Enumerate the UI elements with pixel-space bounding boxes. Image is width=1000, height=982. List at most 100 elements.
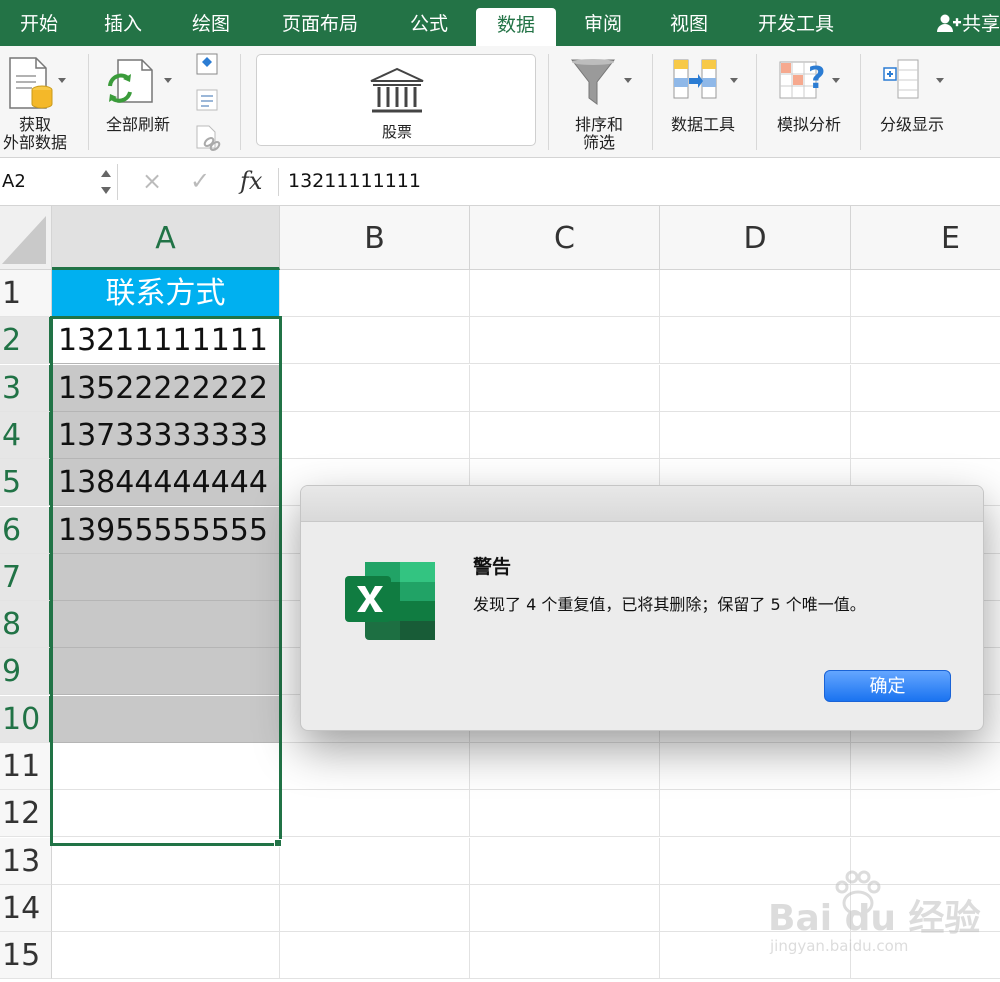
stocks-button[interactable]: 股票: [256, 54, 536, 146]
share-button[interactable]: 共享: [928, 6, 1000, 42]
row-header-4[interactable]: 4: [0, 412, 52, 459]
row-header-12[interactable]: 12: [0, 790, 52, 837]
cell-d3[interactable]: [660, 365, 851, 412]
row-header-2[interactable]: 2: [0, 317, 52, 364]
sort-filter-button[interactable]: 排序和 筛选: [556, 46, 642, 158]
row-header-3[interactable]: 3: [0, 365, 52, 412]
refresh-all-button[interactable]: 全部刷新: [92, 46, 184, 158]
cell-a9[interactable]: [52, 648, 280, 695]
cell-e11[interactable]: [851, 743, 1000, 790]
column-header-c[interactable]: C: [470, 206, 660, 270]
tab-view[interactable]: 视图: [656, 6, 722, 42]
formula-input[interactable]: 13211111111: [288, 166, 421, 196]
cell-b4[interactable]: [280, 412, 470, 459]
cell-c1[interactable]: [470, 270, 660, 317]
chevron-down-icon: [936, 78, 944, 83]
properties-icon[interactable]: [195, 88, 219, 112]
fill-handle[interactable]: [274, 839, 282, 847]
cell-b11[interactable]: [280, 743, 470, 790]
cell-b14[interactable]: [280, 885, 470, 932]
cell-b1[interactable]: [280, 270, 470, 317]
cell-c4[interactable]: [470, 412, 660, 459]
row-header-9[interactable]: 9: [0, 648, 52, 695]
cell-a14[interactable]: [52, 885, 280, 932]
insert-function-icon[interactable]: fx: [240, 166, 262, 196]
cell-a4[interactable]: 13733333333: [52, 412, 280, 459]
name-box-value: A2: [2, 171, 26, 192]
row-header-10[interactable]: 10: [0, 696, 52, 743]
cell-a2[interactable]: 13211111111: [52, 317, 280, 364]
data-tools-button[interactable]: 数据工具: [656, 46, 750, 158]
ok-button[interactable]: 确定: [824, 670, 951, 702]
tab-formulas[interactable]: 公式: [396, 6, 462, 42]
tab-data[interactable]: 数据: [476, 8, 556, 46]
cell-d11[interactable]: [660, 743, 851, 790]
cell-c11[interactable]: [470, 743, 660, 790]
ribbon-divider: [548, 54, 549, 150]
cell-a3[interactable]: 13522222222: [52, 365, 280, 412]
name-box-stepper-icon[interactable]: [100, 166, 112, 198]
cell-a11[interactable]: [52, 743, 280, 790]
tab-review[interactable]: 审阅: [570, 6, 636, 42]
tab-page-layout[interactable]: 页面布局: [268, 6, 372, 42]
cell-a7[interactable]: [52, 554, 280, 601]
column-header-a[interactable]: A: [52, 206, 280, 270]
row-header-15[interactable]: 15: [0, 932, 52, 979]
cell-a10[interactable]: [52, 696, 280, 743]
cell-e12[interactable]: [851, 790, 1000, 837]
cell-d12[interactable]: [660, 790, 851, 837]
cell-e4[interactable]: [851, 412, 1000, 459]
cell-b12[interactable]: [280, 790, 470, 837]
row-header-1[interactable]: 1: [0, 270, 52, 317]
cell-a15[interactable]: [52, 932, 280, 979]
select-all-corner[interactable]: [0, 206, 52, 270]
tab-draw[interactable]: 绘图: [180, 6, 242, 42]
edit-links-icon[interactable]: [195, 124, 221, 152]
cancel-formula-icon[interactable]: ×: [142, 166, 162, 196]
cell-a1[interactable]: 联系方式: [52, 270, 280, 317]
cell-b3[interactable]: [280, 365, 470, 412]
outline-button[interactable]: 分级显示: [866, 46, 962, 158]
cell-e3[interactable]: [851, 365, 1000, 412]
cell-a8[interactable]: [52, 601, 280, 648]
row-header-13[interactable]: 13: [0, 838, 52, 885]
cell-a13[interactable]: [52, 838, 280, 885]
connections-icon[interactable]: [195, 52, 219, 76]
row-header-11[interactable]: 11: [0, 743, 52, 790]
row-header-8[interactable]: 8: [0, 601, 52, 648]
column-header-e[interactable]: E: [851, 206, 1000, 270]
tab-insert[interactable]: 插入: [92, 6, 154, 42]
cell-c12[interactable]: [470, 790, 660, 837]
column-header-d[interactable]: D: [660, 206, 851, 270]
cell-d4[interactable]: [660, 412, 851, 459]
row-header-6[interactable]: 6: [0, 507, 52, 554]
enter-formula-icon[interactable]: ✓: [190, 166, 210, 196]
what-if-analysis-button[interactable]: ? 模拟分析: [762, 46, 856, 158]
row-header-14[interactable]: 14: [0, 885, 52, 932]
what-if-icon: ?: [779, 61, 825, 99]
cell-c13[interactable]: [470, 838, 660, 885]
cell-c2[interactable]: [470, 317, 660, 364]
cell-a6[interactable]: 13955555555: [52, 507, 280, 554]
row-header-7[interactable]: 7: [0, 554, 52, 601]
chevron-down-icon: [58, 78, 66, 83]
cell-d2[interactable]: [660, 317, 851, 364]
get-external-data-button[interactable]: 获取 外部数据: [0, 46, 86, 158]
cell-a12[interactable]: [52, 790, 280, 837]
cell-a5[interactable]: 13844444444: [52, 459, 280, 506]
cell-b2[interactable]: [280, 317, 470, 364]
cell-b13[interactable]: [280, 838, 470, 885]
column-header-b[interactable]: B: [280, 206, 470, 270]
row-header-5[interactable]: 5: [0, 459, 52, 506]
watermark-text: Bai du 经验: [768, 898, 981, 939]
cell-e2[interactable]: [851, 317, 1000, 364]
cell-e1[interactable]: [851, 270, 1000, 317]
cell-b15[interactable]: [280, 932, 470, 979]
cell-d1[interactable]: [660, 270, 851, 317]
cell-c15[interactable]: [470, 932, 660, 979]
tab-home[interactable]: 开始: [8, 6, 70, 42]
cell-c14[interactable]: [470, 885, 660, 932]
tab-developer[interactable]: 开发工具: [744, 6, 848, 42]
dialog-titlebar[interactable]: [301, 486, 983, 522]
cell-c3[interactable]: [470, 365, 660, 412]
